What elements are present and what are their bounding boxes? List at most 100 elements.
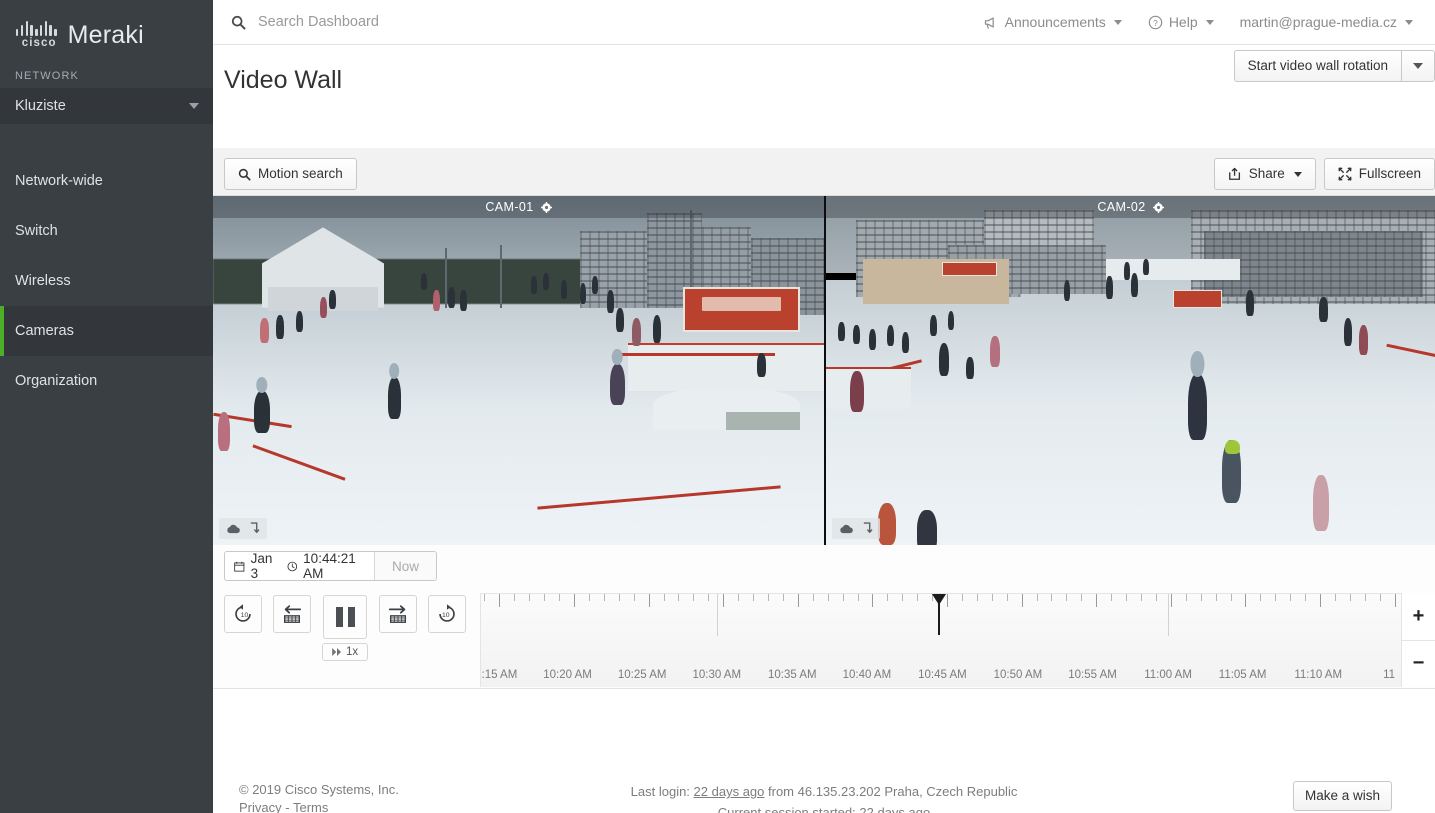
footer: © 2019 Cisco Systems, Inc. Privacy - Ter… bbox=[213, 745, 1435, 813]
previous-frame-button[interactable] bbox=[273, 595, 311, 633]
last-login-prefix: Last login: bbox=[630, 784, 690, 799]
export-download-icon[interactable] bbox=[862, 522, 873, 535]
timeline-tick-minor bbox=[1290, 594, 1292, 601]
search-icon bbox=[238, 168, 251, 181]
timeline-tick-minor bbox=[1111, 594, 1113, 601]
last-login-line: Last login: 22 days ago from 46.135.23.2… bbox=[213, 781, 1435, 802]
timeline-zoom-in-button[interactable]: + bbox=[1402, 593, 1435, 641]
timeline-tick-label: 10:30 AM bbox=[692, 669, 742, 681]
forward-10-seconds-button[interactable]: 10 bbox=[428, 595, 467, 633]
timeline-tick-minor bbox=[544, 594, 546, 601]
timeline-tick-minor bbox=[1185, 594, 1187, 601]
pause-button[interactable] bbox=[323, 595, 368, 639]
sidebar-item-label: Cameras bbox=[15, 323, 74, 339]
timeline-tick-minor bbox=[529, 594, 531, 601]
timeline-scrubber[interactable]: :15 AM 10:20 AM 10:25 AM 10:30 AM 10:35 AM 10… bbox=[480, 593, 1401, 687]
timeline-tick-minor bbox=[1200, 594, 1202, 601]
timeline-zoom-controls: + − bbox=[1401, 593, 1435, 687]
timeline-tick-minor bbox=[1155, 594, 1157, 601]
timeline-tick-minor bbox=[618, 594, 620, 601]
timeline-tick-label: 10:40 AM bbox=[842, 669, 892, 681]
video-pane-cam-02[interactable]: CAM-02 bbox=[824, 196, 1435, 545]
timeline-tick-minor bbox=[1081, 594, 1083, 601]
cloud-icon[interactable] bbox=[226, 523, 241, 534]
network-name: Kluziste bbox=[15, 98, 66, 114]
pause-bar-right bbox=[347, 607, 355, 627]
help-label: Help bbox=[1168, 14, 1198, 30]
last-login-suffix: from 46.135.23.202 Praha, Czech Republic bbox=[768, 784, 1018, 799]
timeline-tick-minor bbox=[738, 594, 740, 601]
motion-search-button[interactable]: Motion search bbox=[224, 158, 357, 191]
current-time-value[interactable]: Jan 3 10:44:21 AM bbox=[225, 552, 374, 580]
timeline-tick-label: 10:45 AM bbox=[918, 669, 967, 681]
sidebar-item-label: Organization bbox=[15, 373, 98, 389]
sidebar-item-wireless[interactable]: Wireless bbox=[0, 256, 213, 306]
session-link[interactable]: 22 days ago bbox=[859, 805, 930, 813]
playback-speed-badge[interactable]: 1x bbox=[322, 643, 369, 661]
timeline-tick-minor bbox=[1260, 594, 1262, 601]
chevron-down-icon bbox=[1405, 19, 1413, 25]
chevron-down-icon bbox=[1413, 63, 1423, 70]
video-wall: CAM-01 CAM-02 bbox=[213, 196, 1435, 545]
cisco-wordmark: cisco bbox=[21, 36, 57, 49]
pane-tools-cam-02 bbox=[832, 518, 880, 539]
timeline-tick-minor bbox=[812, 594, 814, 601]
timeline-tick-minor bbox=[782, 594, 784, 601]
timeline-tick-minor bbox=[1126, 594, 1128, 601]
session-prefix: Current session started: bbox=[717, 805, 856, 813]
player-bar: Jan 3 10:44:21 AM Now 10 1x 10:15 AM 10… bbox=[213, 545, 1435, 689]
sidebar-item-network-wide[interactable]: Network-wide bbox=[0, 156, 213, 206]
megaphone-icon bbox=[984, 16, 994, 29]
video-pane-cam-01[interactable]: CAM-01 bbox=[213, 196, 824, 545]
last-login-link[interactable]: 22 days ago bbox=[694, 784, 765, 799]
svg-text:10: 10 bbox=[442, 612, 450, 619]
timeline-tick-label: 10:50 AM bbox=[993, 669, 1043, 681]
svg-text:?: ? bbox=[1153, 17, 1158, 27]
chevron-down-icon bbox=[1113, 19, 1122, 25]
share-button[interactable]: Share bbox=[1213, 158, 1316, 191]
make-a-wish-button[interactable]: Make a wish bbox=[1292, 781, 1392, 812]
help-circle-icon: ? bbox=[1148, 15, 1163, 29]
network-selector[interactable]: Kluziste bbox=[0, 88, 213, 124]
sidebar-item-cameras[interactable]: Cameras bbox=[0, 306, 213, 356]
timeline-tick-minor bbox=[588, 594, 590, 601]
timeline-tick-minor bbox=[678, 594, 680, 601]
now-button[interactable]: Now bbox=[374, 552, 436, 580]
camera-name: CAM-02 bbox=[1097, 200, 1146, 214]
sidebar: cisco Meraki NETWORK Kluziste Network-wi… bbox=[0, 0, 213, 813]
fullscreen-button[interactable]: Fullscreen bbox=[1323, 158, 1435, 191]
gear-icon[interactable] bbox=[540, 201, 552, 213]
camera-label-cam-01: CAM-01 bbox=[213, 196, 824, 218]
share-icon bbox=[1228, 167, 1240, 180]
gear-icon[interactable] bbox=[1152, 201, 1164, 213]
camera-feed-cam-02 bbox=[826, 196, 1435, 545]
fullscreen-icon bbox=[1338, 167, 1352, 181]
export-download-icon[interactable] bbox=[249, 522, 260, 535]
timeline-tick-label: 10:55 AM bbox=[1068, 669, 1117, 681]
timeline-tick-major bbox=[1170, 594, 1172, 607]
timeline-zoom-out-button[interactable]: − bbox=[1402, 640, 1435, 687]
help-menu[interactable]: ? Help bbox=[1148, 14, 1214, 30]
sidebar-item-switch[interactable]: Switch bbox=[0, 206, 213, 256]
sidebar-item-organization[interactable]: Organization bbox=[0, 356, 213, 406]
account-menu[interactable]: martin@prague-media.cz bbox=[1240, 14, 1413, 30]
rotation-dropdown-button[interactable] bbox=[1402, 50, 1435, 83]
next-frame-button[interactable] bbox=[379, 595, 418, 633]
previous-frame-icon bbox=[283, 605, 302, 623]
sidebar-item-label: Network-wide bbox=[15, 173, 103, 189]
timeline-tick-minor bbox=[902, 594, 904, 601]
pause-bar-left bbox=[335, 607, 343, 627]
current-date: Jan 3 bbox=[250, 551, 273, 581]
video-wall-rotation-group: Start video wall rotation bbox=[1233, 50, 1435, 83]
brand-logo[interactable]: cisco Meraki bbox=[0, 0, 213, 66]
search-input[interactable] bbox=[256, 13, 656, 31]
timeline-tick-minor bbox=[1230, 594, 1232, 601]
announcements-menu[interactable]: Announcements bbox=[984, 14, 1122, 30]
timeline-tick-major bbox=[723, 594, 725, 607]
cloud-icon[interactable] bbox=[839, 523, 854, 534]
time-display[interactable]: Jan 3 10:44:21 AM Now bbox=[224, 551, 437, 581]
network-section-label: NETWORK bbox=[15, 70, 79, 82]
fullscreen-label: Fullscreen bbox=[1358, 166, 1421, 181]
rewind-10-seconds-button[interactable]: 10 bbox=[224, 595, 262, 633]
start-video-wall-rotation-button[interactable]: Start video wall rotation bbox=[1233, 50, 1402, 83]
